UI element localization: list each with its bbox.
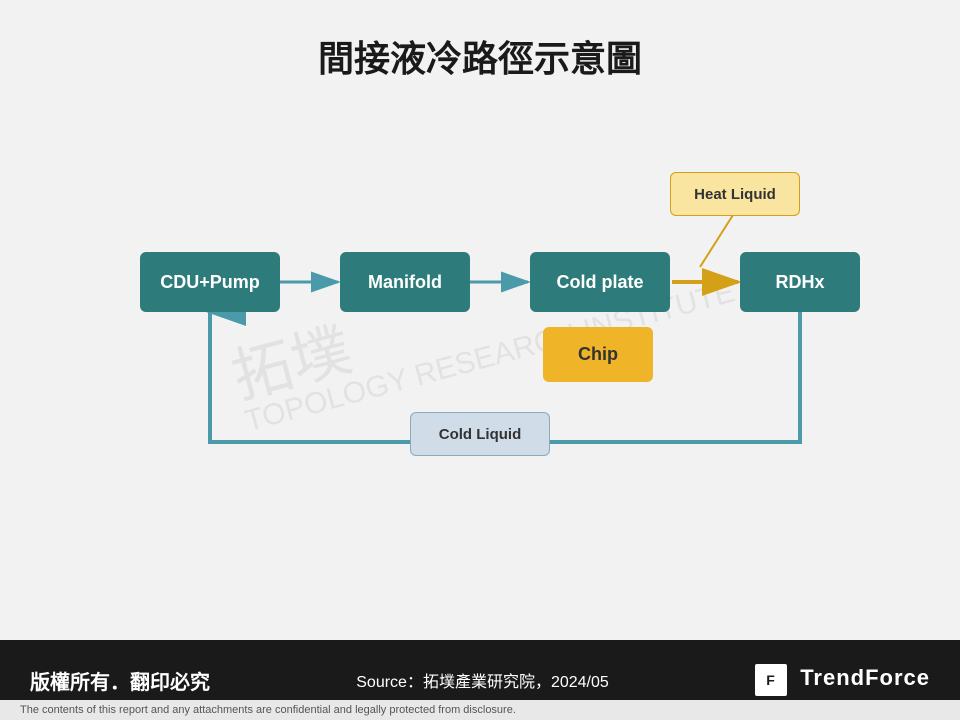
box-coldplate: Cold plate [530,252,670,312]
disclaimer: The contents of this report and any atta… [0,700,960,720]
box-rdhx: RDHx [740,252,860,312]
page-title: 間接液冷路徑示意圖 [40,30,920,82]
box-cold-liquid: Cold Liquid [410,412,550,456]
box-cdu: CDU+Pump [140,252,280,312]
diagram-area: CDU+Pump Manifold Cold plate RDHx Heat L… [40,142,920,492]
footer-source: Source：拓墣產業研究院，2024/05 [210,668,755,692]
diagram-wrapper: CDU+Pump Manifold Cold plate RDHx Heat L… [40,142,920,492]
box-chip: Chip [543,327,653,382]
tf-icon: F [755,664,787,696]
trendforce-logo-text: F TrendForce [755,664,930,696]
box-heat-liquid: Heat Liquid [670,172,800,216]
footer-logo: F TrendForce [755,664,930,696]
footer-copyright: 版權所有．翻印必究 [30,666,210,695]
content-area: 間接液冷路徑示意圖 拓墣 TOPOLOGY RESEARCH INSTITUTE [0,0,960,640]
main-container: 間接液冷路徑示意圖 拓墣 TOPOLOGY RESEARCH INSTITUTE [0,0,960,720]
box-manifold: Manifold [340,252,470,312]
